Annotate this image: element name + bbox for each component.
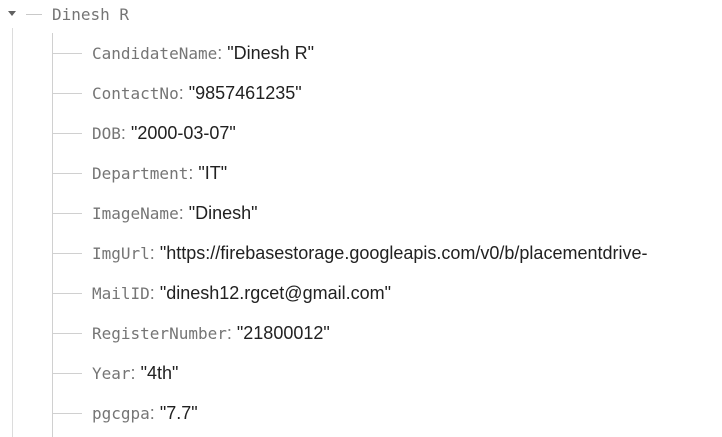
field-key: ImgUrl [92, 244, 150, 263]
field-separator: : [217, 43, 223, 63]
field-value[interactable]: "2000-03-07" [131, 123, 236, 143]
field-value[interactable]: "Dinesh" [189, 203, 258, 223]
field-row-candidatename[interactable]: CandidateName: "Dinesh R" [52, 33, 722, 73]
connector-line [52, 293, 82, 294]
field-row-imgurl[interactable]: ImgUrl: "https://firebasestorage.googlea… [52, 233, 722, 273]
field-separator: : [226, 323, 232, 343]
field-separator: : [178, 203, 184, 223]
field-key: pgcgpa [92, 404, 150, 423]
field-separator: : [149, 243, 155, 263]
connector-line [52, 53, 82, 54]
field-separator: : [178, 83, 184, 103]
field-separator: : [188, 163, 194, 183]
field-key: CandidateName [92, 44, 218, 63]
tree-node-dinesh-r[interactable]: Dinesh R [0, 0, 722, 30]
database-tree: Dinesh R CandidateName: "Dinesh R" Conta… [0, 0, 722, 437]
field-key: ContactNo [92, 84, 179, 103]
connector-line [52, 373, 82, 374]
field-separator: : [130, 363, 136, 383]
field-key: Department [92, 164, 189, 183]
field-row-contactno[interactable]: ContactNo: "9857461235" [52, 73, 722, 113]
field-row-mailid[interactable]: MailID: "dinesh12.rgcet@gmail.com" [52, 273, 722, 313]
connector-line [52, 173, 82, 174]
connector-line [52, 133, 82, 134]
field-key: ImageName [92, 204, 179, 223]
field-value[interactable]: "4th" [141, 363, 179, 383]
field-value[interactable]: "https://firebasestorage.googleapis.com/… [160, 243, 648, 263]
field-value[interactable]: "IT" [198, 163, 227, 183]
field-separator: : [120, 123, 126, 143]
field-row-department[interactable]: Department: "IT" [52, 153, 722, 193]
field-value[interactable]: "dinesh12.rgcet@gmail.com" [160, 283, 391, 303]
connector-line [52, 213, 82, 214]
connector-line [52, 333, 82, 334]
connector-line [26, 14, 42, 15]
connector-line [52, 413, 82, 414]
field-value[interactable]: "21800012" [237, 323, 330, 343]
tree-guide-line [12, 28, 13, 437]
field-row-dob[interactable]: DOB: "2000-03-07" [52, 113, 722, 153]
field-key: DOB [92, 124, 121, 143]
node-key[interactable]: Dinesh R [52, 5, 129, 24]
field-row-registernumber[interactable]: RegisterNumber: "21800012" [52, 313, 722, 353]
field-value[interactable]: "7.7" [160, 403, 198, 423]
field-value[interactable]: "Dinesh R" [227, 43, 314, 63]
field-key: Year [92, 364, 131, 383]
field-row-year[interactable]: Year: "4th" [52, 353, 722, 393]
field-key: MailID [92, 284, 150, 303]
field-value[interactable]: "9857461235" [189, 83, 302, 103]
field-row-pgcgpa[interactable]: pgcgpa: "7.7" [52, 393, 722, 433]
field-separator: : [149, 283, 155, 303]
field-key: RegisterNumber [92, 324, 227, 343]
connector-line [52, 253, 82, 254]
caret-down-icon[interactable] [8, 11, 16, 16]
field-row-imagename[interactable]: ImageName: "Dinesh" [52, 193, 722, 233]
field-separator: : [149, 403, 155, 423]
connector-line [52, 93, 82, 94]
